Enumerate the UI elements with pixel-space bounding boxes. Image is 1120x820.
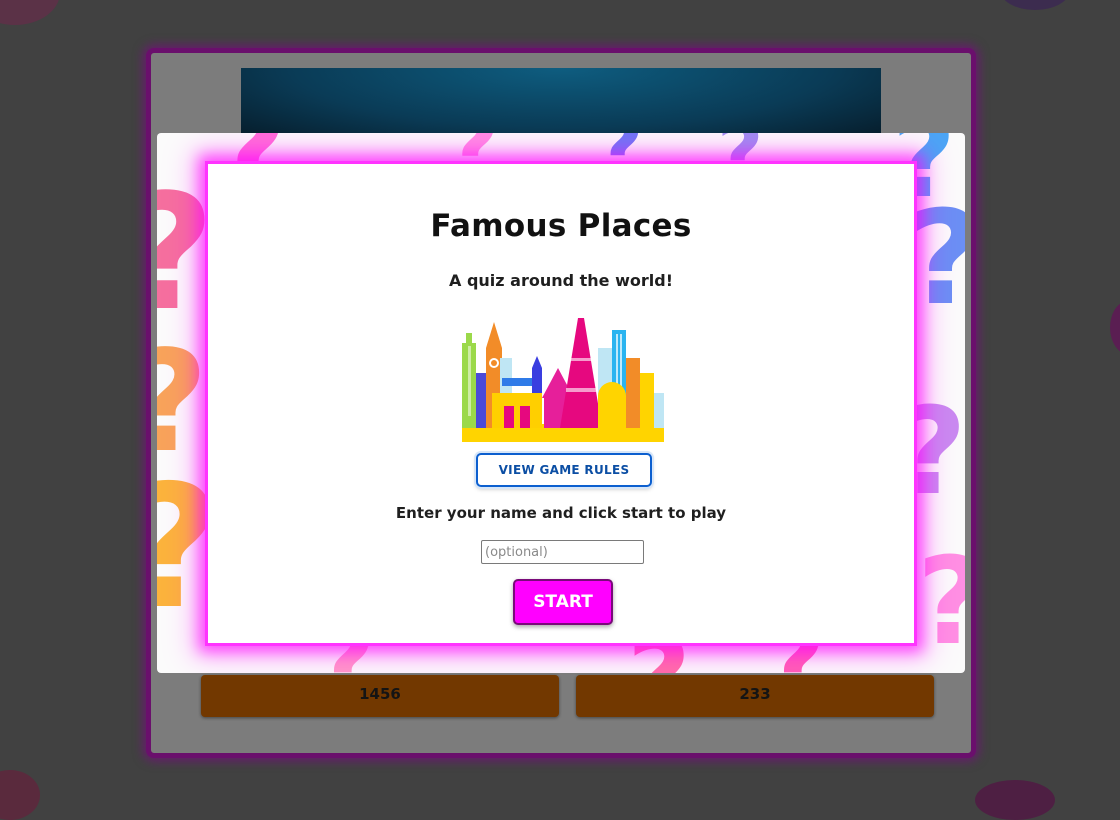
- answer-tile-label: 233: [739, 685, 771, 703]
- view-game-rules-button[interactable]: VIEW GAME RULES: [476, 453, 652, 487]
- background-decoration: [0, 0, 60, 25]
- answer-tile[interactable]: 233: [576, 675, 934, 717]
- player-name-input[interactable]: [481, 540, 644, 564]
- game-banner: [241, 68, 881, 138]
- world-landmarks-illustration: [462, 318, 664, 442]
- page-title: Famous Places: [430, 208, 692, 244]
- modal-content: Famous Places A quiz around the world! V…: [205, 161, 917, 646]
- name-prompt: Enter your name and click start to play: [395, 504, 727, 522]
- background-decoration: [1110, 300, 1120, 355]
- page-subtitle: A quiz around the world!: [448, 271, 673, 290]
- answer-tile[interactable]: 1456: [201, 675, 559, 717]
- answer-tile-label: 1456: [359, 685, 401, 703]
- start-modal: ? ? ? ? ? ? ? ? ? ? ? ? ? ? Famous Place…: [157, 133, 965, 673]
- background-decoration: [0, 770, 40, 820]
- background-decoration: [1000, 0, 1070, 10]
- start-button[interactable]: START: [513, 579, 613, 625]
- question-mark-decoration: ?: [917, 543, 965, 663]
- background-decoration: [975, 780, 1055, 820]
